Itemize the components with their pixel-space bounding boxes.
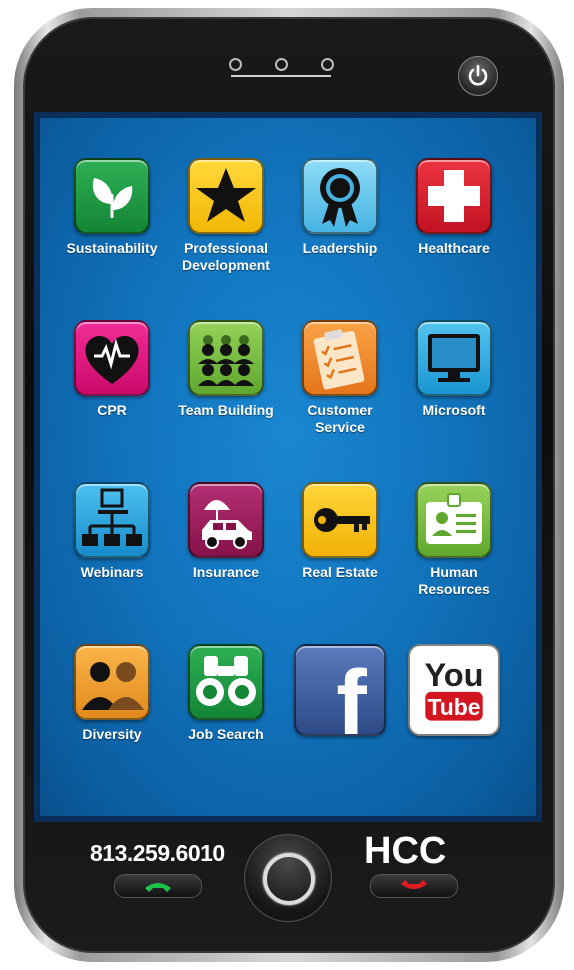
app-label: Leadership [302,240,378,256]
end-call-button[interactable] [370,874,458,898]
app-professional-development[interactable]: Professional Development [170,158,282,308]
speaker-grille [227,58,337,77]
app-customer-service[interactable]: Customer Service [284,320,396,470]
app-label: Webinars [80,564,144,580]
home-button[interactable] [244,834,332,922]
app-human-resources[interactable]: Human Resources [398,482,510,632]
leaf-icon [74,158,150,234]
people-pair-icon [74,644,150,720]
app-webinars[interactable]: Webinars [56,482,168,632]
speaker-dot [229,58,242,71]
phone-number: 813.259.6010 [90,840,225,866]
team-people-icon [188,320,264,396]
app-label: CPR [97,402,127,418]
app-diversity[interactable]: Diversity [56,644,168,794]
brand-logo-text: HCC [364,830,447,872]
facebook-glyph: f [336,652,367,734]
youtube-tube: Tube [427,694,480,720]
id-badge-icon [416,482,492,558]
app-label: Sustainability [66,240,158,256]
app-label: Job Search [188,726,264,742]
phone-answer-icon [145,883,171,892]
youtube-you: You [425,657,484,693]
speaker-dot [275,58,288,71]
app-job-search[interactable]: Job Search [170,644,282,794]
app-healthcare[interactable]: Healthcare [398,158,510,308]
network-icon [74,482,150,558]
power-button[interactable] [458,56,498,96]
home-ring-icon [263,853,315,905]
binoculars-icon [188,644,264,720]
facebook-icon: f [294,644,386,736]
app-label: Microsoft [422,402,486,418]
ribbon-award-icon [302,158,378,234]
home-screen: Sustainability Professional Development [40,118,536,816]
app-label: Insurance [192,564,260,580]
app-label: Healthcare [418,240,490,256]
app-youtube[interactable]: You Tube [398,644,510,794]
app-label: Human Resources [418,564,490,597]
screen: Sustainability Professional Development [34,112,542,822]
app-team-building[interactable]: Team Building [170,320,282,470]
app-microsoft[interactable]: Microsoft [398,320,510,470]
app-label: Diversity [82,726,142,742]
speaker-line [231,75,331,77]
medical-cross-icon [416,158,492,234]
app-label: Customer Service [307,402,373,435]
app-leadership[interactable]: Leadership [284,158,396,308]
phone-hangup-icon [401,880,427,889]
power-icon [468,64,488,86]
heart-pulse-icon [74,320,150,396]
monitor-icon [416,320,492,396]
youtube-icon: You Tube [408,644,500,736]
app-label: Real Estate [302,564,378,580]
call-button[interactable] [114,874,202,898]
app-label: Professional Development [182,240,270,273]
clipboard-checklist-icon [302,320,378,396]
speaker-dot [321,58,334,71]
app-cpr[interactable]: CPR [56,320,168,470]
app-label: Team Building [178,402,274,418]
app-facebook[interactable]: f [284,644,396,794]
app-insurance[interactable]: Insurance [170,482,282,632]
app-real-estate[interactable]: Real Estate [284,482,396,632]
key-icon [302,482,378,558]
app-sustainability[interactable]: Sustainability [56,158,168,308]
umbrella-car-icon [188,482,264,558]
star-icon [188,158,264,234]
